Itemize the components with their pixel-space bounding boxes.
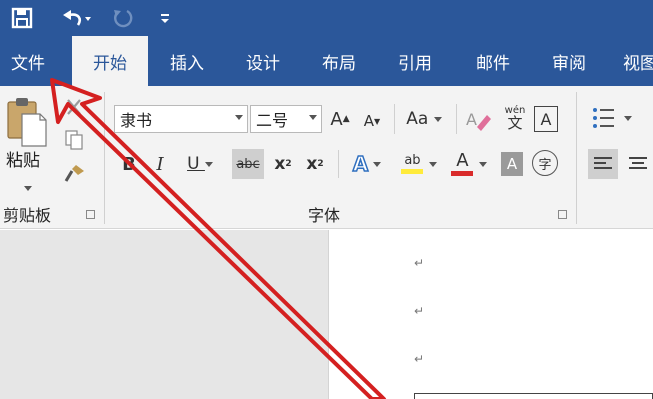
- annotation-arrow-icon: [50, 78, 386, 399]
